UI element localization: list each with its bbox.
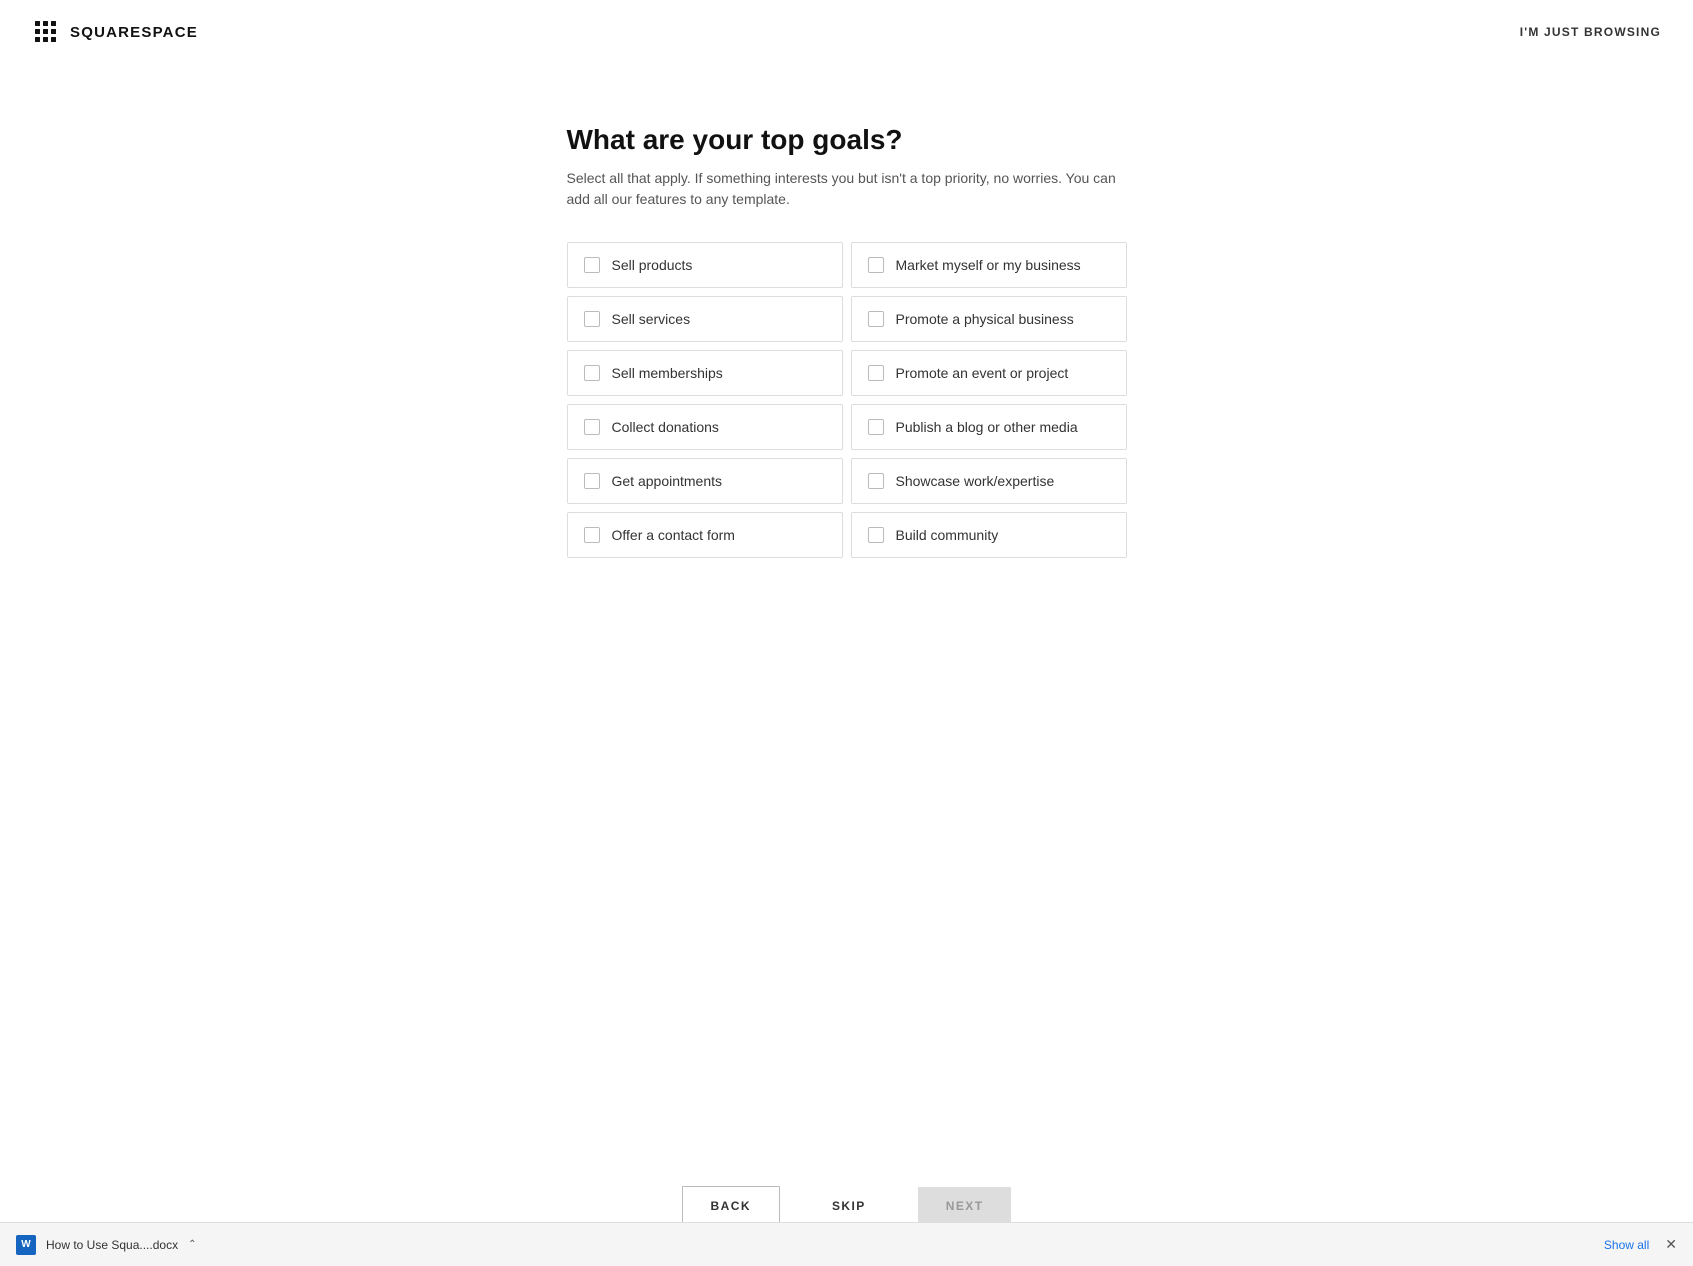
goal-build-community-label: Build community bbox=[896, 527, 999, 543]
goal-collect-donations-checkbox[interactable] bbox=[584, 419, 600, 435]
download-right: Show all ✕ bbox=[1604, 1236, 1677, 1253]
goal-sell-products[interactable]: Sell products bbox=[567, 242, 843, 288]
content-box: What are your top goals? Select all that… bbox=[567, 124, 1127, 558]
main-content: What are your top goals? Select all that… bbox=[0, 64, 1693, 1162]
goal-get-appointments-checkbox[interactable] bbox=[584, 473, 600, 489]
goal-collect-donations[interactable]: Collect donations bbox=[567, 404, 843, 450]
goal-market-myself-checkbox[interactable] bbox=[868, 257, 884, 273]
goal-offer-contact-form-label: Offer a contact form bbox=[612, 527, 735, 543]
goal-promote-event-label: Promote an event or project bbox=[896, 365, 1069, 381]
page-subtitle: Select all that apply. If something inte… bbox=[567, 168, 1127, 210]
goal-market-myself[interactable]: Market myself or my business bbox=[851, 242, 1127, 288]
download-left: W How to Use Squa....docx ⌃ bbox=[16, 1235, 196, 1255]
header: SQUARESPACE I'M JUST BROWSING bbox=[0, 0, 1693, 64]
goal-showcase-work-label: Showcase work/expertise bbox=[896, 473, 1055, 489]
goal-publish-blog-checkbox[interactable] bbox=[868, 419, 884, 435]
squarespace-logo-icon bbox=[32, 18, 60, 46]
goal-publish-blog[interactable]: Publish a blog or other media bbox=[851, 404, 1127, 450]
goal-promote-event-checkbox[interactable] bbox=[868, 365, 884, 381]
page-title: What are your top goals? bbox=[567, 124, 1127, 156]
logo-text: SQUARESPACE bbox=[70, 24, 198, 41]
goal-offer-contact-form-checkbox[interactable] bbox=[584, 527, 600, 543]
goal-get-appointments-label: Get appointments bbox=[612, 473, 723, 489]
download-file-icon: W bbox=[16, 1235, 36, 1255]
goal-sell-services[interactable]: Sell services bbox=[567, 296, 843, 342]
back-button[interactable]: BACK bbox=[682, 1186, 780, 1226]
goal-sell-memberships-checkbox[interactable] bbox=[584, 365, 600, 381]
goal-promote-physical-checkbox[interactable] bbox=[868, 311, 884, 327]
download-bar-close-button[interactable]: ✕ bbox=[1665, 1236, 1677, 1253]
goal-build-community-checkbox[interactable] bbox=[868, 527, 884, 543]
show-all-button[interactable]: Show all bbox=[1604, 1238, 1649, 1252]
goal-sell-memberships-label: Sell memberships bbox=[612, 365, 723, 381]
goal-showcase-work[interactable]: Showcase work/expertise bbox=[851, 458, 1127, 504]
goal-sell-products-label: Sell products bbox=[612, 257, 693, 273]
goal-offer-contact-form[interactable]: Offer a contact form bbox=[567, 512, 843, 558]
skip-button[interactable]: SKIP bbox=[804, 1187, 894, 1225]
just-browsing-button[interactable]: I'M JUST BROWSING bbox=[1520, 25, 1661, 39]
next-button: NEXT bbox=[918, 1187, 1012, 1225]
download-chevron-icon[interactable]: ⌃ bbox=[188, 1239, 196, 1250]
logo: SQUARESPACE bbox=[32, 18, 198, 46]
download-bar: W How to Use Squa....docx ⌃ Show all ✕ bbox=[0, 1222, 1693, 1266]
goals-grid: Sell products Market myself or my busine… bbox=[567, 242, 1127, 558]
goal-sell-services-label: Sell services bbox=[612, 311, 691, 327]
goal-sell-services-checkbox[interactable] bbox=[584, 311, 600, 327]
download-filename: How to Use Squa....docx bbox=[46, 1238, 178, 1252]
goal-collect-donations-label: Collect donations bbox=[612, 419, 719, 435]
goal-showcase-work-checkbox[interactable] bbox=[868, 473, 884, 489]
goal-publish-blog-label: Publish a blog or other media bbox=[896, 419, 1078, 435]
goal-build-community[interactable]: Build community bbox=[851, 512, 1127, 558]
goal-promote-event[interactable]: Promote an event or project bbox=[851, 350, 1127, 396]
goal-promote-physical-label: Promote a physical business bbox=[896, 311, 1074, 327]
goal-market-myself-label: Market myself or my business bbox=[896, 257, 1081, 273]
goal-promote-physical[interactable]: Promote a physical business bbox=[851, 296, 1127, 342]
goal-sell-products-checkbox[interactable] bbox=[584, 257, 600, 273]
goal-sell-memberships[interactable]: Sell memberships bbox=[567, 350, 843, 396]
goal-get-appointments[interactable]: Get appointments bbox=[567, 458, 843, 504]
